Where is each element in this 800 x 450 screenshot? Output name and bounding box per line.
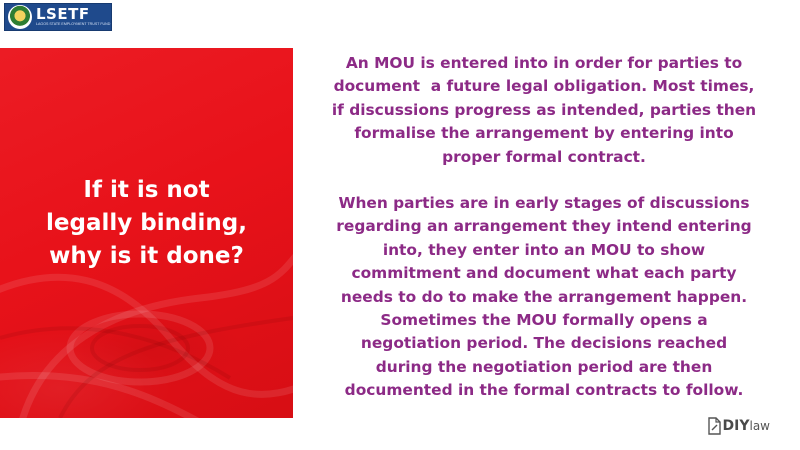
- paragraph-2: When parties are in early stages of disc…: [314, 192, 774, 403]
- logo-text: LSETF LAGOS STATE EMPLOYMENT TRUST FUND: [36, 7, 110, 27]
- paragraph-line: formalise the arrangement by entering in…: [354, 124, 734, 143]
- paragraph-line: negotiation period. The decisions reache…: [360, 334, 728, 353]
- paragraph-line: during the negotiation period are then: [375, 357, 713, 376]
- diylaw-light: law: [749, 419, 770, 433]
- paragraph-line: if discussions progress as intended, par…: [331, 100, 757, 119]
- paragraph-line: document a future legal obligation. Most…: [333, 77, 755, 96]
- lsetf-logo: LSETF LAGOS STATE EMPLOYMENT TRUST FUND: [4, 3, 112, 31]
- paragraph-line: An MOU is entered into in order for part…: [345, 54, 743, 72]
- panel-question: If it is not legally binding, why is it …: [0, 174, 293, 273]
- logo-name: LSETF: [36, 5, 90, 23]
- paragraph-line: Sometimes the MOU formally opens a: [380, 311, 708, 330]
- paragraph-line: needs to do to make the arrangement happ…: [340, 287, 748, 306]
- paragraph-line: documented in the formal contracts to fo…: [344, 381, 744, 400]
- paragraph-line: commitment and document what each party: [351, 264, 737, 283]
- red-question-panel: If it is not legally binding, why is it …: [0, 48, 293, 418]
- question-line: If it is not: [83, 177, 210, 203]
- paragraph-line: When parties are in early stages of disc…: [338, 194, 750, 212]
- paragraph-line: into, they enter into an MOU to show: [382, 240, 706, 259]
- lagos-seal-icon: [8, 5, 32, 29]
- paragraph-line: proper formal contract.: [442, 147, 646, 166]
- logo-subtitle: LAGOS STATE EMPLOYMENT TRUST FUND: [36, 22, 111, 26]
- diylaw-strong: DIY: [722, 418, 750, 434]
- document-icon: [707, 417, 721, 435]
- paragraph-line: regarding an arrangement they intend ent…: [336, 217, 752, 236]
- question-line: why is it done?: [49, 243, 244, 269]
- diylaw-wordmark: DIYlaw: [723, 418, 770, 434]
- question-line: legally binding,: [46, 210, 247, 236]
- diylaw-logo: DIYlaw: [707, 417, 770, 435]
- paragraph-1: An MOU is entered into in order for part…: [314, 52, 774, 169]
